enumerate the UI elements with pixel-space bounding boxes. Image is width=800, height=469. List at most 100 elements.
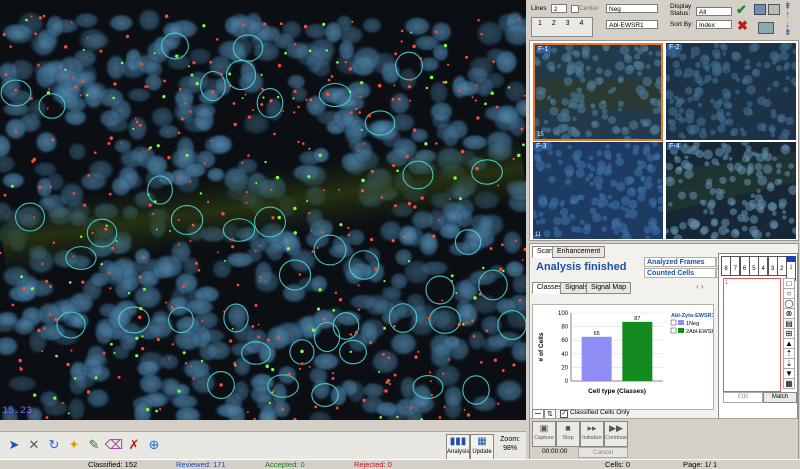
analyzed-frames-label: Analyzed Frames [644, 257, 716, 267]
draw-outline-icon[interactable]: ✎ [84, 435, 104, 455]
thumbnail-f2-image [666, 43, 796, 140]
class-tool-icon-10[interactable]: ▦ [783, 378, 795, 389]
class-number-row: 87654321 [719, 254, 797, 281]
lines-label: Lines [531, 5, 547, 12]
class-list-item: 1 [725, 280, 729, 286]
thumbnail-label: F-1 [536, 46, 551, 53]
thumbnail-f2[interactable]: F-2 [666, 43, 796, 140]
y-tick-label: 40 [561, 352, 568, 358]
legend-swatch [678, 328, 684, 333]
class-chart: 0 20 40 60 80 100 65 87 # of Cells Cell type (Cla… [532, 304, 718, 410]
legend-title: Abl-Zyto-EWSR1 [671, 313, 713, 319]
legend-swatch [678, 320, 684, 325]
frame-id: 15.23 [2, 406, 33, 417]
cancel-button[interactable]: Cancel [578, 447, 628, 458]
reject-icon[interactable]: ✗ [124, 435, 144, 455]
y-tick-label: 80 [561, 325, 568, 331]
analysis-button[interactable]: ▮▮▮ Analysis [446, 434, 470, 460]
tool-strip: ➤ ✕ ↻ ✦ ✎ ⌫ ✗ ⊕ ▮▮▮ Analysis ▦ Update Zo… [0, 431, 526, 460]
legend-checkbox[interactable] [670, 327, 677, 334]
bar-chart-icon: ▮▮▮ [449, 436, 467, 447]
zoom-value: 98% [503, 445, 518, 452]
grid-icon: ▦ [477, 436, 487, 447]
thumbnail-f3-image [533, 142, 663, 239]
scroll-top-icon[interactable]: ⇞ ↑ [784, 2, 792, 19]
subtab-signal-map[interactable]: Signal Map [586, 282, 632, 294]
accept-check-icon[interactable]: ✔ [736, 2, 747, 18]
stop-icon: ■ [565, 423, 571, 433]
analysis-label: Analysis [447, 449, 470, 455]
monitor-icon[interactable] [754, 4, 766, 15]
delete-cell-icon[interactable]: ✕ [24, 435, 44, 455]
lines-select[interactable]: 2 [551, 4, 567, 13]
display-controls: Lines 2 Center Neg Abl-EWSR1 1 2 3 4 Dis… [526, 0, 800, 40]
update-label: Update [472, 449, 492, 455]
cell-image-canvas[interactable] [0, 0, 526, 420]
erase-outline-icon[interactable]: ⌫ [104, 435, 124, 455]
continue-button[interactable]: ▶▶ Continue [604, 421, 628, 447]
classified-only-label: Classified Cells Only [570, 409, 630, 416]
scroll-bottom-icon[interactable]: ↓ ⇟ [784, 20, 792, 37]
tab-enhancement[interactable]: Enhancement [552, 246, 606, 258]
wand-icon[interactable]: ✦ [64, 435, 84, 455]
initialize-icon: ▸▸ [587, 423, 597, 433]
thumbnail-f1-image [535, 45, 661, 139]
match-button[interactable]: Match [763, 392, 797, 403]
zoom-readout: Zoom: 98% [500, 435, 520, 453]
grid-1-icon[interactable]: 1 2 3 4 [538, 20, 587, 27]
bar-value-label: 65 [594, 331, 600, 337]
edit-button[interactable]: Edit [723, 392, 763, 403]
thumbnail-f4[interactable]: F-4 [666, 142, 796, 239]
layout-grid-buttons[interactable]: 1 2 3 4 [531, 17, 593, 37]
y-tick-label: 60 [561, 338, 568, 344]
update-button[interactable]: ▦ Update [470, 434, 494, 460]
sort-by-label: Sort By: [670, 21, 694, 28]
classified-only-checkbox[interactable]: ✓ [560, 410, 568, 418]
sort-by-select[interactable]: Index [696, 20, 732, 29]
export-icon[interactable] [758, 22, 774, 34]
thumbnail-label: F-2 [667, 44, 682, 51]
bar-2Abl-EWSR1 [622, 321, 653, 381]
probe-select-1[interactable]: Neg [606, 4, 658, 13]
probe-select-2[interactable]: Abl-EWSR1 [606, 20, 658, 29]
thumbnail-label: F-4 [667, 143, 682, 150]
legend-checkbox[interactable] [670, 319, 677, 326]
class-selector: 87654321 1 □ ○ ◯ ⊗ ▤ ⊞ ▲ ⇡ ⇣ ▼ ▦ Edit Match [718, 253, 798, 420]
thumbnail-count: 11 [535, 232, 542, 238]
class-list[interactable]: 1 [723, 278, 781, 392]
class-shape-tools: □ ○ ◯ ⊗ ▤ ⊞ ▲ ⇡ ⇣ ▼ ▦ [783, 278, 795, 390]
continue-icon: ▶▶ [609, 423, 623, 433]
legend-entry: 1Neg [686, 321, 699, 327]
y-tick-label: 20 [561, 365, 568, 371]
class-chart-svg: 0 20 40 60 80 100 65 87 # of Cells Cell type (Cla… [538, 311, 718, 395]
nav-arrows-icon[interactable]: ‹ › [696, 282, 704, 291]
bar-value-label: 87 [634, 316, 640, 322]
x-axis-label: Cell type (Classes) [588, 388, 646, 395]
center-label: Center [579, 5, 599, 12]
y-tick-label: 0 [565, 379, 569, 385]
thumbnail-label: F-3 [534, 143, 549, 150]
thumbnail-f3[interactable]: F-3 11 [533, 142, 663, 239]
initialize-label: Initialize [582, 435, 602, 441]
analysis-panel: Scan Enhancement Analysis finished Analy… [529, 243, 799, 459]
frame-gallery: F-1 15 F-2 F-3 11 F-4 [529, 40, 799, 241]
thumbnail-f1[interactable]: F-1 15 [533, 43, 663, 141]
continue-label: Continue [605, 435, 628, 441]
display-status-select[interactable]: All [696, 7, 732, 16]
reject-x-icon[interactable]: ✖ [737, 18, 748, 34]
bar-1Neg [581, 336, 612, 381]
stop-button[interactable]: ■ Stop [556, 421, 580, 447]
rotate-icon[interactable]: ↻ [44, 435, 64, 455]
thumbnail-count: 15 [537, 132, 544, 138]
legend-entry: 2Abl-EWSR1 [686, 329, 713, 335]
y-tick-label: 100 [558, 311, 569, 317]
microscopy-image[interactable]: 15.23 [0, 0, 526, 420]
center-checkbox[interactable] [571, 5, 579, 13]
capture-label: Capture [534, 435, 554, 441]
crosshair-icon[interactable]: ⊕ [144, 435, 164, 455]
print-icon[interactable] [768, 4, 780, 15]
initialize-button[interactable]: ▸▸ Initialize [580, 421, 604, 447]
capture-button[interactable]: ▣ Capture [532, 421, 556, 447]
pointer-tool-icon[interactable]: ➤ [4, 435, 24, 455]
counted-cells-label: Counted Cells [644, 268, 716, 278]
